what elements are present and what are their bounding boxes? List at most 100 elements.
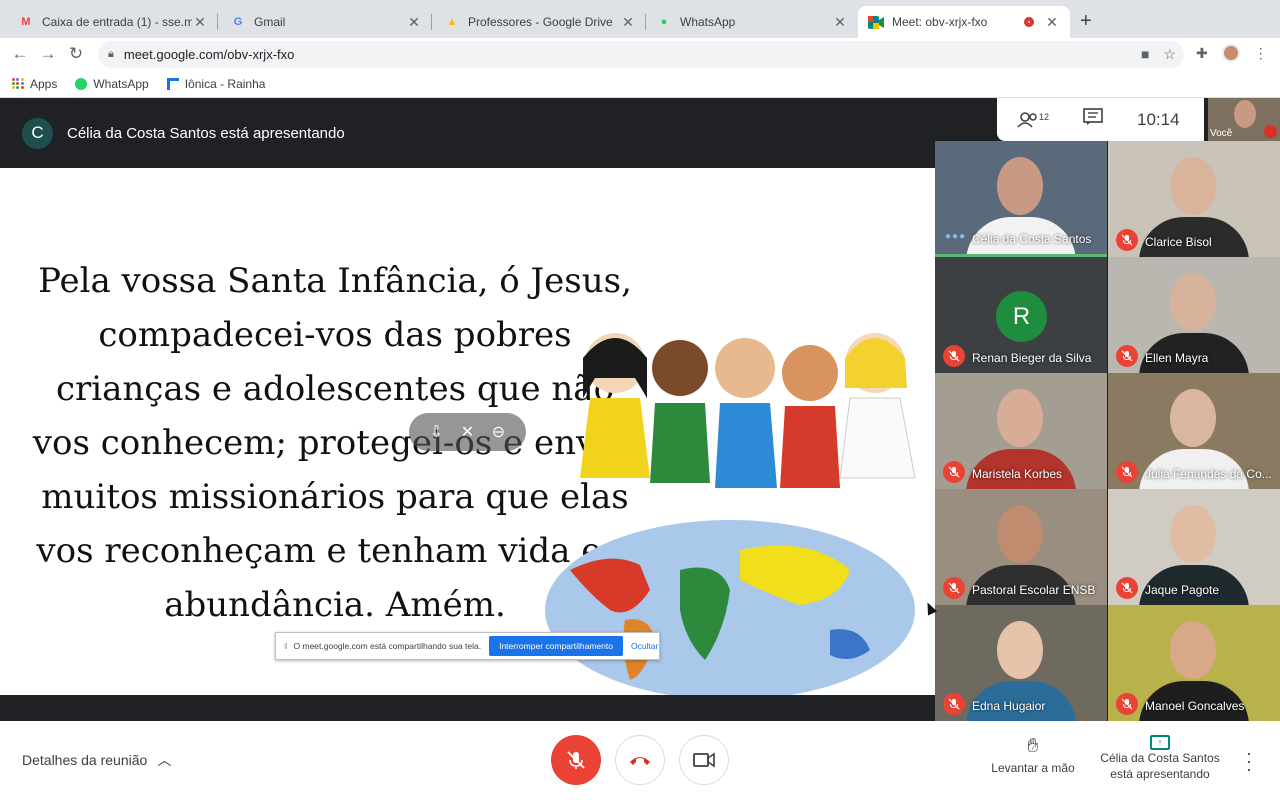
meeting-time: 10:14 (1137, 109, 1180, 129)
drive-icon: ▲ (446, 16, 458, 28)
participant-face (1170, 505, 1216, 563)
world-globe-illustration (545, 520, 915, 695)
camera-toggle-button[interactable] (679, 735, 729, 785)
presenter-header: C Célia da Costa Santos está apresentand… (0, 98, 935, 168)
bookmark-label: Iônica - Rainha (184, 76, 266, 91)
mic-off-icon (1264, 125, 1277, 138)
close-icon[interactable]: ✕ (832, 14, 848, 31)
present-screen-icon: ↑ (1150, 735, 1170, 750)
extensions-icon[interactable]: ✚ (1196, 45, 1208, 62)
drag-handle-icon[interactable]: ‖ (284, 641, 288, 651)
participant-count: 12 (1039, 111, 1050, 122)
mute-icon[interactable]: ✕ (461, 422, 474, 442)
apps-grid-icon (12, 77, 24, 90)
chevron-up-icon: ︿ (157, 752, 172, 768)
close-icon[interactable]: ✕ (192, 14, 208, 31)
remove-icon[interactable]: ⊖ (492, 422, 505, 442)
tab-title: Professores - Google Drive (468, 15, 613, 29)
participant-face (997, 505, 1043, 563)
meet-window: C Célia da Costa Santos está apresentand… (0, 98, 1280, 800)
meeting-details-button[interactable]: Detalhes da reunião ︿ (22, 750, 171, 770)
bookmark-ionica[interactable]: Iônica - Rainha (166, 76, 266, 91)
tab-gmail[interactable]: G Gmail ✕ (220, 6, 432, 38)
meeting-details-label: Detalhes da reunião (22, 752, 148, 768)
participant-tile[interactable]: Julia Fenandes da Co... (1108, 373, 1280, 489)
participant-tile[interactable]: Manoel Goncalves (1108, 605, 1280, 721)
hand-icon: ✋︎ (1027, 735, 1039, 757)
raise-hand-label: Levantar a mão (991, 761, 1075, 775)
new-tab-button[interactable]: + (1080, 10, 1092, 33)
close-icon[interactable]: ✕ (406, 14, 422, 31)
reload-icon[interactable]: ↻ (62, 44, 90, 64)
mic-off-icon (1116, 229, 1138, 251)
close-icon[interactable]: ✕ (1044, 14, 1060, 31)
participant-name: Julia Fenandes da Co... (1145, 467, 1272, 481)
participant-name: Ellen Mayra (1145, 351, 1209, 365)
bookmark-apps[interactable]: Apps (12, 77, 57, 91)
tab-whatsapp[interactable]: ● WhatsApp ✕ (646, 6, 858, 38)
presentation-status[interactable]: ↑ Célia da Costa Santos está apresentand… (1098, 733, 1222, 782)
whatsapp-icon (75, 77, 88, 90)
bookmark-whatsapp[interactable]: WhatsApp (75, 77, 149, 91)
floating-controls[interactable]: ⇩ ✕ ⊖ (409, 413, 526, 451)
participant-tile[interactable]: Edna Hugaior (935, 605, 1107, 721)
participant-face (1170, 273, 1216, 331)
participant-tile[interactable]: R Renan Bieger da Silva (935, 257, 1107, 373)
people-icon (1017, 111, 1037, 128)
participant-avatar: R (996, 291, 1047, 342)
participant-tile[interactable]: Pastoral Escolar ENSB (935, 489, 1107, 605)
children-illustration (580, 333, 916, 488)
mic-off-icon (943, 461, 965, 483)
tab-title: WhatsApp (680, 15, 736, 29)
browser-tab-bar: M Caixa de entrada (1) - sse.med ✕ G Gma… (0, 0, 1280, 38)
back-icon[interactable]: ← (6, 44, 34, 64)
forward-icon[interactable]: → (34, 44, 62, 64)
bookmark-label: Apps (30, 76, 58, 91)
tab-gmail-inbox[interactable]: M Caixa de entrada (1) - sse.med ✕ (8, 6, 218, 38)
microphone-toggle-button[interactable] (551, 735, 601, 785)
share-message: O meet.google.com está compartilhando su… (293, 641, 482, 651)
camera-icon[interactable]: ■ (1141, 46, 1149, 63)
end-call-button[interactable] (615, 735, 665, 785)
tab-meet[interactable]: Meet: obv-xrjx-fxo ✕ (858, 6, 1070, 38)
browser-toolbar: ← → ↻ 🔒︎ meet.google.com/obv-xrjx-fxo ■ … (0, 38, 1280, 70)
participant-name: Renan Bieger da Silva (972, 351, 1092, 365)
chat-button[interactable] (1083, 108, 1103, 131)
participant-grid: ●●● Célia da Costa Santos Clarice Bisol R Re… (935, 141, 1280, 721)
speaking-indicator-icon: ●●● (945, 231, 967, 242)
participant-name: Pastoral Escolar ENSB (972, 583, 1096, 597)
mic-off-icon (1116, 693, 1138, 715)
participant-tile[interactable]: ●●● Célia da Costa Santos (935, 141, 1107, 257)
whatsapp-icon: ● (660, 16, 668, 28)
close-icon[interactable]: ✕ (620, 14, 636, 31)
tab-title: Gmail (254, 15, 286, 29)
participant-name: Jaque Pagote (1145, 583, 1220, 597)
profile-avatar[interactable] (1221, 44, 1240, 62)
people-button[interactable]: 12 (1017, 112, 1049, 128)
mic-off-icon (567, 751, 585, 769)
participant-face (1170, 157, 1216, 215)
gmail-icon: M (21, 16, 31, 28)
self-label: Você (1210, 128, 1233, 139)
participant-face (1170, 389, 1216, 447)
participant-tile[interactable]: Jaque Pagote (1108, 489, 1280, 605)
address-bar[interactable]: 🔒︎ meet.google.com/obv-xrjx-fxo ■ ☆ (98, 41, 1184, 68)
menu-icon[interactable]: ⋮ (1254, 45, 1268, 62)
hang-up-icon (630, 757, 650, 765)
mic-off-icon (943, 693, 965, 715)
tab-google-drive[interactable]: ▲ Professores - Google Drive ✕ (434, 6, 646, 38)
bookmarks-bar: Apps WhatsApp Iônica - Rainha (0, 70, 1280, 98)
stop-sharing-button[interactable]: Interromper compartilhamento (489, 636, 623, 656)
camera-icon (693, 752, 715, 768)
participant-tile[interactable]: Maristela Korbes (935, 373, 1107, 489)
meeting-info-bar: 12 10:14 (997, 98, 1204, 141)
participant-tile[interactable]: Clarice Bisol (1108, 141, 1280, 257)
star-icon[interactable]: ☆ (1163, 46, 1176, 63)
mic-off-icon (1116, 461, 1138, 483)
more-options-button[interactable]: · · · (1246, 744, 1252, 778)
self-view[interactable]: Você (1208, 98, 1280, 141)
participant-tile[interactable]: Ellen Mayra (1108, 257, 1280, 373)
hide-banner-link[interactable]: Ocultar (631, 641, 658, 651)
raise-hand-button[interactable]: ✋︎ Levantar a mão (988, 735, 1078, 775)
pin-icon[interactable]: ⇩ (430, 422, 443, 442)
